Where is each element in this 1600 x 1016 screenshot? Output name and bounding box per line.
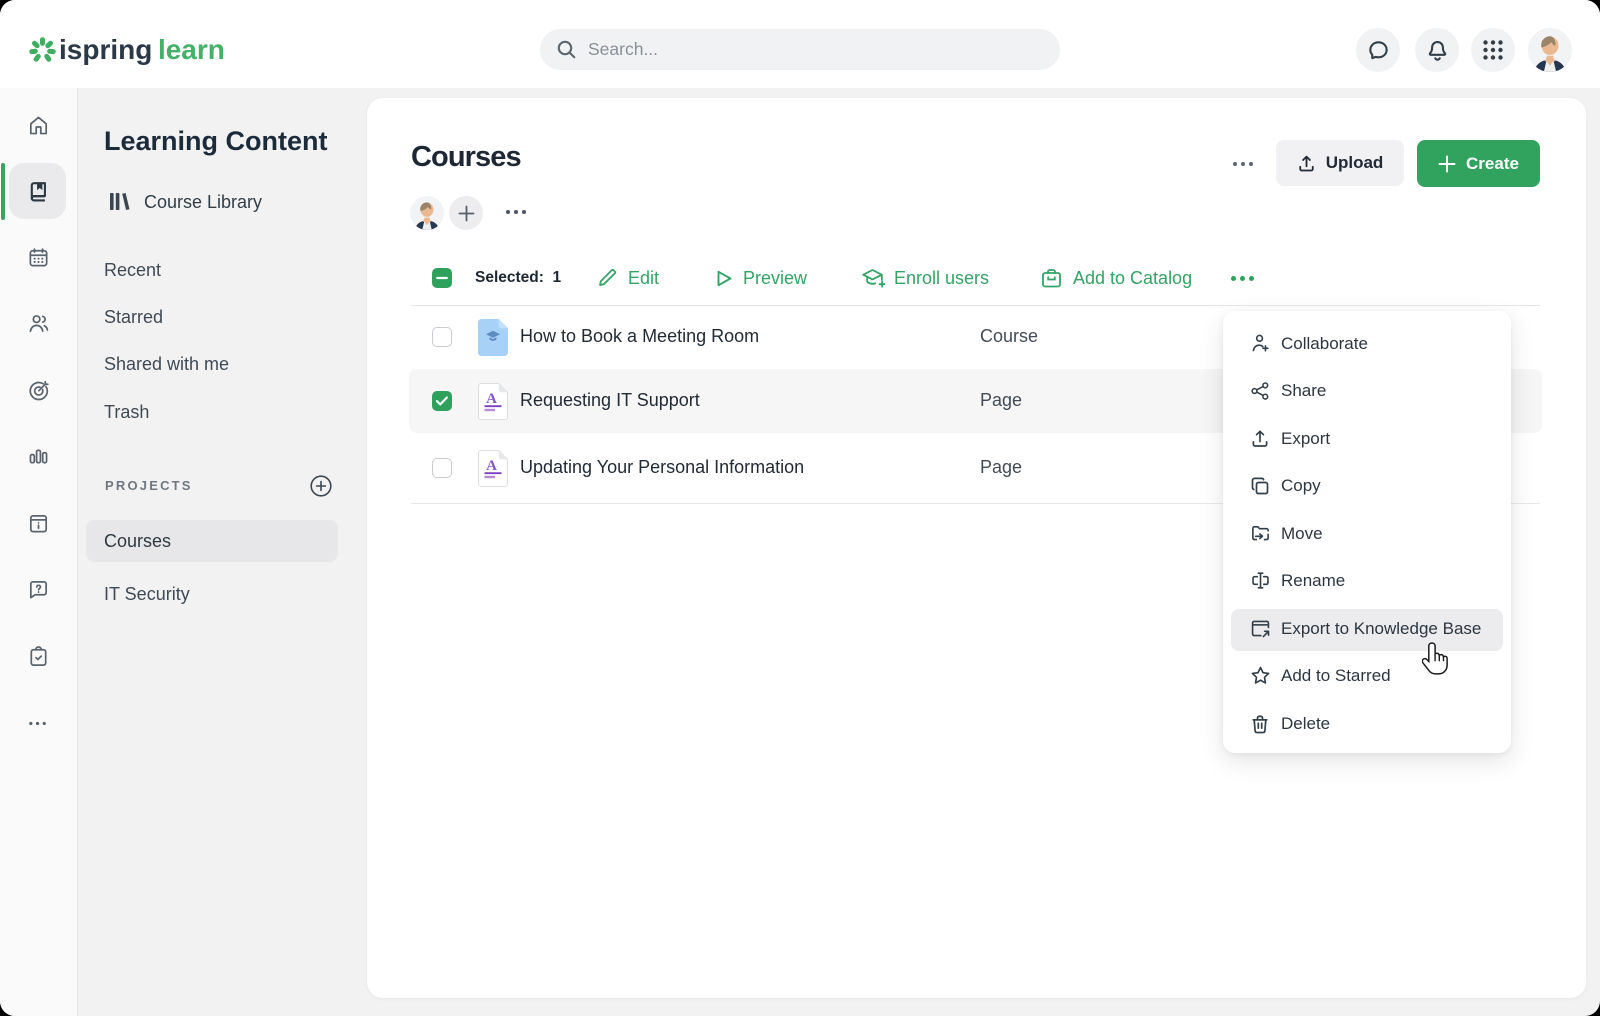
svg-text:A: A	[486, 391, 497, 407]
svg-text:A: A	[486, 458, 497, 474]
